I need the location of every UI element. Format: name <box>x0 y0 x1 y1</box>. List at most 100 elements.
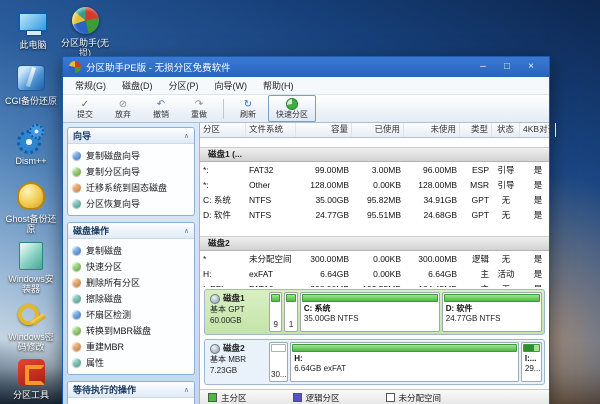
toolbar-button-redo[interactable]: ↷重做 <box>181 96 217 121</box>
rebuild-mbr-icon <box>72 342 81 351</box>
partition-block[interactable]: 30... <box>269 342 288 382</box>
table-row[interactable]: H:exFAT6.64GB0.00KB6.64GB主活动是 <box>200 266 549 281</box>
copy-disk-icon <box>72 246 81 255</box>
sidebar-item-copy-partition-wizard[interactable]: 复制分区向导 <box>72 163 190 179</box>
desktop-icon-label: Windows安装器 <box>4 274 58 294</box>
title-bar[interactable]: 分区助手PE版 - 无损分区免费软件 –□× <box>63 57 549 77</box>
partition-block[interactable]: 9 <box>269 292 282 332</box>
desktop-icon-partition-assistant[interactable]: 分区助手(无损) <box>58 4 112 58</box>
minimize-button[interactable]: – <box>471 58 495 76</box>
chevron-up-icon[interactable]: ∧ <box>184 132 189 140</box>
cell: 3.00MB <box>352 165 404 175</box>
column-header[interactable]: 4KB对齐 <box>520 123 556 137</box>
desktop-icon-dism[interactable]: Dism++ <box>4 122 58 166</box>
partition-block[interactable]: C: 系统35.00GB NTFS <box>300 292 440 332</box>
sidebar-item-copy-disk-wizard[interactable]: 复制磁盘向导 <box>72 147 190 163</box>
cell: 是 <box>520 253 549 265</box>
menu-item-1[interactable]: 磁盘(D) <box>114 78 161 94</box>
column-header[interactable]: 文件系统 <box>246 123 296 137</box>
column-header[interactable]: 类型 <box>460 123 492 137</box>
table-row[interactable]: *:Other128.00MB0.00KB128.00MBMSR引导是 <box>200 177 549 192</box>
sidebar-group-header[interactable]: 向导∧ <box>68 128 194 144</box>
toolbar-separator <box>223 99 224 119</box>
sidebar-item-convert-to-mbr[interactable]: 转换到MBR磁盘 <box>72 322 190 338</box>
menu-item-3[interactable]: 向导(W) <box>207 78 256 94</box>
legend-label: 逻辑分区 <box>306 392 340 404</box>
sidebar-item-properties[interactable]: 属性 <box>72 354 190 370</box>
chevron-up-icon[interactable]: ∧ <box>184 386 189 394</box>
desktop-wallpaper: 此电脑分区助手(无损)CGI备份还原 Dism++ Ghost备份还原 Windows… <box>0 0 600 404</box>
close-button[interactable]: × <box>519 58 543 76</box>
desktop-icon-cgi-backup[interactable]: CGI备份还原 <box>4 62 58 106</box>
table-row[interactable]: D: 软件NTFS24.77GB95.51MB24.68GBGPT无是 <box>200 207 549 222</box>
sidebar-group-header[interactable]: 等待执行的操作∧ <box>68 382 194 398</box>
toolbar-button-refresh[interactable]: ↻刷新 <box>230 96 266 121</box>
desktop-icon-windows-password[interactable]: Windows密码修改 <box>4 298 58 352</box>
chevron-up-icon[interactable]: ∧ <box>184 227 189 235</box>
sidebar-item-label: 复制磁盘 <box>86 244 122 257</box>
sidebar: 向导∧ 复制磁盘向导复制分区向导迁移系统到固态磁盘分区恢复向导磁盘操作∧ 复制磁盘快… <box>63 123 200 404</box>
toolbar-button-label: 快速分区 <box>276 110 308 119</box>
partition-block[interactable]: 1 <box>284 292 297 332</box>
cell: ESP <box>460 165 492 175</box>
maximize-button[interactable]: □ <box>495 58 519 76</box>
table-row[interactable]: *:FAT3299.00MB3.00MB96.00MBESP引导是 <box>200 162 549 177</box>
sidebar-item-copy-disk[interactable]: 复制磁盘 <box>72 242 190 258</box>
partition-block[interactable]: I:...29... <box>521 342 542 382</box>
sidebar-item-delete-all-partitions[interactable]: 删除所有分区 <box>72 274 190 290</box>
column-header[interactable]: 未使用 <box>404 123 460 137</box>
cell: 24.68GB <box>404 210 460 220</box>
cell: 主 <box>460 268 492 280</box>
menu-item-2[interactable]: 分区(P) <box>161 78 207 94</box>
desktop-icon-windows-installer[interactable]: Windows安装器 <box>4 240 58 294</box>
sidebar-item-rebuild-mbr[interactable]: 重建MBR <box>72 338 190 354</box>
partition-block[interactable]: H:6.64GB exFAT <box>290 342 519 382</box>
sidebar-item-quick-partition[interactable]: 快速分区 <box>72 258 190 274</box>
cell: *: <box>200 165 246 175</box>
sidebar-item-bad-sector-check[interactable]: 坏扇区检测 <box>72 306 190 322</box>
menu-item-0[interactable]: 常规(G) <box>67 78 114 94</box>
sidebar-item-migrate-os-to-ssd[interactable]: 迁移系统到固态磁盘 <box>72 179 190 195</box>
toolbar-button-discard[interactable]: ⊘放弃 <box>105 96 141 121</box>
column-header[interactable]: 容量 <box>296 123 352 137</box>
cell: 是 <box>520 209 549 221</box>
sidebar-group-header[interactable]: 磁盘操作∧ <box>68 223 194 239</box>
disk-group-bar[interactable]: 磁盘2 <box>200 236 549 251</box>
cell: GPT <box>460 195 492 205</box>
partition-sub: 30... <box>271 370 286 380</box>
desktop-icon-this-pc[interactable]: 此电脑 <box>6 6 60 50</box>
partition-blocks: 91C: 系统35.00GB NTFSD: 软件24.77GB NTFS <box>269 292 542 332</box>
toolbar-button-commit-check[interactable]: ✓提交 <box>67 96 103 121</box>
sidebar-item-wipe-disk[interactable]: 擦除磁盘 <box>72 290 190 306</box>
menu-bar: 常规(G)磁盘(D)分区(P)向导(W)帮助(H) <box>63 77 549 95</box>
desktop-icon-ghost-backup[interactable]: Ghost备份还原 <box>4 180 58 234</box>
column-header[interactable]: 分区 <box>200 123 246 137</box>
cell: 128.00MB <box>404 180 460 190</box>
column-header[interactable]: 状态 <box>492 123 520 137</box>
legend-label: 未分配空间 <box>399 392 442 404</box>
disk-map-1[interactable]: 磁盘1基本 GPT60.00GB91C: 系统35.00GB NTFSD: 软件… <box>204 289 545 335</box>
disk-group-bar[interactable]: 磁盘1 (... <box>200 147 549 162</box>
disk-info[interactable]: 磁盘1基本 GPT60.00GB <box>207 292 266 332</box>
partition-block[interactable]: D: 软件24.77GB NTFS <box>442 292 542 332</box>
partition-label: C: 系统 <box>302 304 438 314</box>
cell: 是 <box>520 194 549 206</box>
disk-map-2[interactable]: 磁盘2基本 MBR7.23GB 30... H:6.64GB exFATI:...2… <box>204 339 545 385</box>
column-header[interactable]: 已使用 <box>352 123 404 137</box>
desktop-icon-diskgenius[interactable]: 分区工具 <box>4 356 58 400</box>
disk-info[interactable]: 磁盘2基本 MBR7.23GB <box>207 342 266 382</box>
menu-item-4[interactable]: 帮助(H) <box>255 78 302 94</box>
sidebar-item-partition-recovery-wizard[interactable]: 分区恢复向导 <box>72 195 190 211</box>
table-row[interactable]: C: 系统NTFS35.00GB95.82MB34.91GBGPT无是 <box>200 192 549 207</box>
bad-sector-check-icon <box>72 310 81 319</box>
window-controls: –□× <box>471 58 543 76</box>
table-row[interactable]: *未分配空间300.00MB0.00KB300.00MB逻辑无是 <box>200 251 549 266</box>
cell: 无 <box>492 194 520 206</box>
refresh-icon: ↻ <box>244 99 252 110</box>
toolbar-button-quick-partition[interactable]: 快速分区 <box>268 95 316 122</box>
convert-to-mbr-icon <box>72 326 81 335</box>
cell: 引导 <box>492 179 520 191</box>
toolbar-button-undo[interactable]: ↶撤销 <box>143 96 179 121</box>
cell: 95.51MB <box>352 210 404 220</box>
copy-partition-wizard-icon <box>72 167 81 176</box>
